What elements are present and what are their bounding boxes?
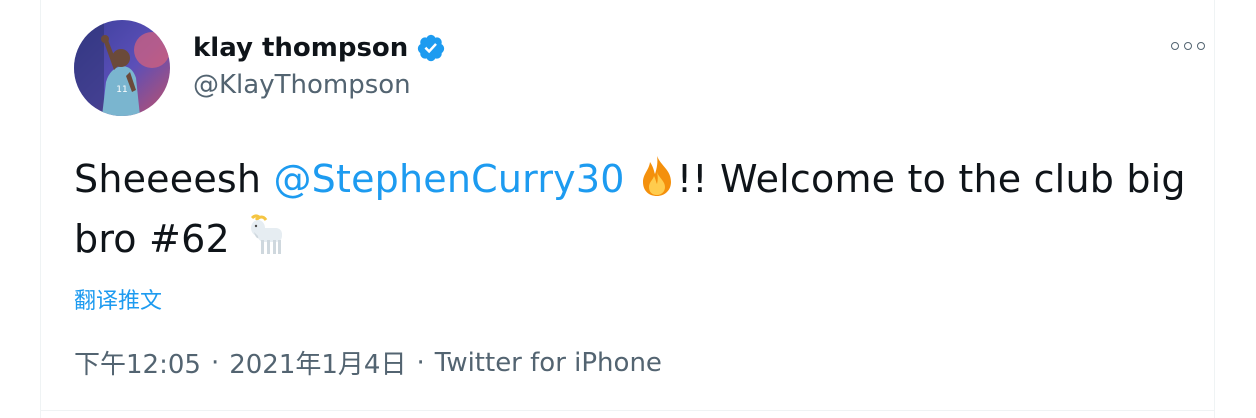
fire-emoji-icon (637, 154, 677, 212)
card-border-right (1214, 0, 1215, 418)
tweet-date[interactable]: 2021年1月4日 (229, 344, 406, 381)
goat-emoji-icon (242, 212, 290, 272)
card-border-left (40, 0, 41, 418)
more-dot (1171, 42, 1179, 50)
author-handle[interactable]: @KlayThompson (193, 70, 411, 100)
card-divider (40, 410, 1215, 411)
meta-separator: · (210, 347, 220, 378)
translate-tweet-link[interactable]: 翻译推文 (74, 283, 162, 315)
verified-badge-icon (416, 33, 446, 63)
meta-separator: · (416, 347, 425, 378)
tweet-meta: 下午12:05 · 2021年1月4日 · Twitter for iPhone (74, 344, 662, 381)
mention-link[interactable]: @StephenCurry30 (273, 157, 624, 201)
tweet-card: 11 klay thompson @KlayThompson Sheeeesh … (0, 0, 1256, 418)
svg-text:11: 11 (116, 85, 127, 95)
avatar-image: 11 (74, 20, 170, 116)
author-name-row[interactable]: klay thompson (193, 30, 446, 66)
display-name[interactable]: klay thompson (193, 33, 408, 63)
more-dot (1197, 42, 1205, 50)
tweet-time[interactable]: 下午12:05 (74, 344, 201, 381)
more-options-icon[interactable] (1168, 32, 1208, 60)
more-dot (1184, 42, 1192, 50)
tweet-text-intro: Sheeeesh (74, 157, 274, 201)
avatar[interactable]: 11 (74, 20, 170, 116)
tweet-text: Sheeeesh @StephenCurry30 !! Welcome to t… (74, 152, 1204, 272)
tweet-source-link[interactable]: Twitter for iPhone (435, 348, 662, 378)
